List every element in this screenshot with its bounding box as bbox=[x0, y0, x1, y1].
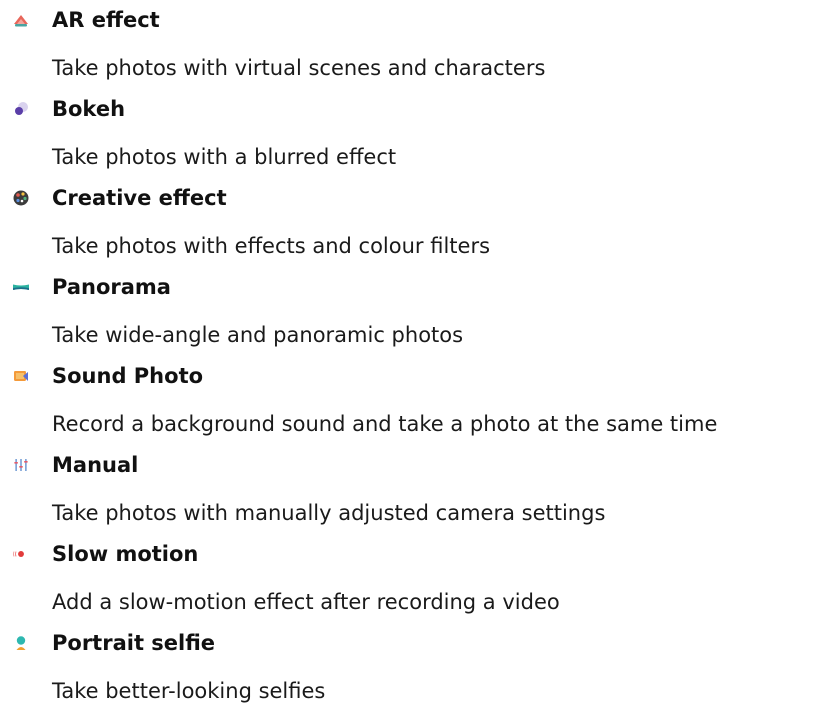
mode-panorama: Panorama Take wide-angle and panoramic p… bbox=[0, 267, 829, 356]
mode-slow-motion: Slow motion Add a slow-motion effect aft… bbox=[0, 534, 829, 623]
mode-description: Take wide-angle and panoramic photos bbox=[52, 323, 464, 347]
palette-icon bbox=[12, 189, 30, 207]
mode-description: Record a background sound and take a pho… bbox=[52, 412, 718, 436]
portrait-selfie-icon bbox=[12, 634, 30, 652]
camera-mode-list: AR effect Take photos with virtual scene… bbox=[0, 0, 829, 712]
mode-description: Take photos with a blurred effect bbox=[52, 145, 397, 169]
mode-sound-photo: Sound Photo Record a background sound an… bbox=[0, 356, 829, 445]
mode-title: Slow motion bbox=[52, 542, 199, 566]
slow-motion-icon bbox=[12, 545, 30, 563]
sliders-icon bbox=[12, 456, 30, 474]
ar-effect-icon bbox=[12, 11, 30, 29]
mode-description: Add a slow-motion effect after recording… bbox=[52, 590, 560, 614]
mode-title: Sound Photo bbox=[52, 364, 204, 388]
mode-ar-effect: AR effect Take photos with virtual scene… bbox=[0, 0, 829, 89]
mode-title: Portrait selfie bbox=[52, 631, 216, 655]
mode-title: Bokeh bbox=[52, 97, 126, 121]
mode-description: Take photos with effects and colour filt… bbox=[52, 234, 491, 258]
mode-title: Creative effect bbox=[52, 186, 227, 210]
mode-description: Take photos with manually adjusted camer… bbox=[52, 501, 606, 525]
mode-title: AR effect bbox=[52, 8, 160, 32]
mode-title: Panorama bbox=[52, 275, 171, 299]
mode-bokeh: Bokeh Take photos with a blurred effect bbox=[0, 89, 829, 178]
mode-manual: Manual Take photos with manually adjuste… bbox=[0, 445, 829, 534]
panorama-icon bbox=[12, 278, 30, 296]
mode-creative-effect: Creative effect Take photos with effects… bbox=[0, 178, 829, 267]
mode-description: Take photos with virtual scenes and char… bbox=[52, 56, 546, 80]
mode-title: Manual bbox=[52, 453, 139, 477]
bokeh-icon bbox=[12, 100, 30, 118]
sound-photo-icon bbox=[12, 367, 30, 385]
mode-description: Take better-looking selfies bbox=[52, 679, 326, 703]
mode-portrait-selfie: Portrait selfie Take better-looking self… bbox=[0, 623, 829, 712]
